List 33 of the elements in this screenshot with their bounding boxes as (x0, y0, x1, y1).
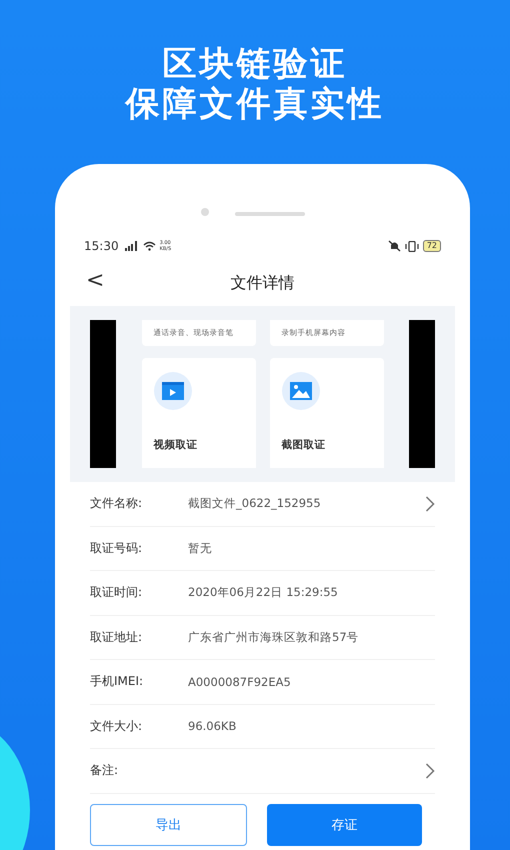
battery-level: 72 (422, 240, 441, 252)
headline-text: 保障文件真实性 (124, 84, 386, 124)
card-title: 截图取证 (282, 438, 326, 452)
export-button[interactable]: 导出 (90, 804, 247, 846)
field-label: 取证时间: (90, 584, 144, 602)
field-label: 取证地址: (90, 628, 144, 646)
video-icon (162, 382, 184, 400)
speaker-grille (234, 212, 304, 216)
chevron-right-icon[interactable] (425, 496, 435, 512)
wifi-icon (142, 241, 156, 251)
field-value: 96.06KB (188, 719, 236, 734)
back-button[interactable]: < (80, 268, 110, 293)
signal-icon (124, 241, 139, 251)
page-title: 文件详情 (230, 272, 294, 294)
chevron-right-icon[interactable] (425, 762, 435, 779)
field-label: 备注: (90, 762, 120, 780)
field-label: 手机IMEI: (90, 673, 144, 690)
field-value: 2020年06月22日 15:29:55 (188, 585, 338, 600)
field-label: 取证号码: (90, 540, 144, 557)
vibrate-icon (404, 240, 419, 252)
headline-text: 区块链验证 (162, 44, 348, 84)
field-value: A0000087F92EA5 (188, 674, 291, 689)
field-value: 截图文件_0622_152955 (188, 496, 321, 512)
status-time: 15:30 (84, 239, 119, 253)
card-title: 视频取证 (154, 438, 198, 452)
field-value: 暂无 (188, 540, 212, 556)
mute-bell-icon (388, 240, 401, 252)
field-label: 文件大小: (90, 718, 144, 735)
field-label: 文件名称: (90, 495, 144, 512)
field-value: 广东省广州市海珠区敦和路57号 (188, 630, 359, 645)
camera-dot (200, 208, 208, 216)
save-evidence-button[interactable]: 存证 (267, 804, 422, 846)
image-icon (290, 382, 312, 400)
